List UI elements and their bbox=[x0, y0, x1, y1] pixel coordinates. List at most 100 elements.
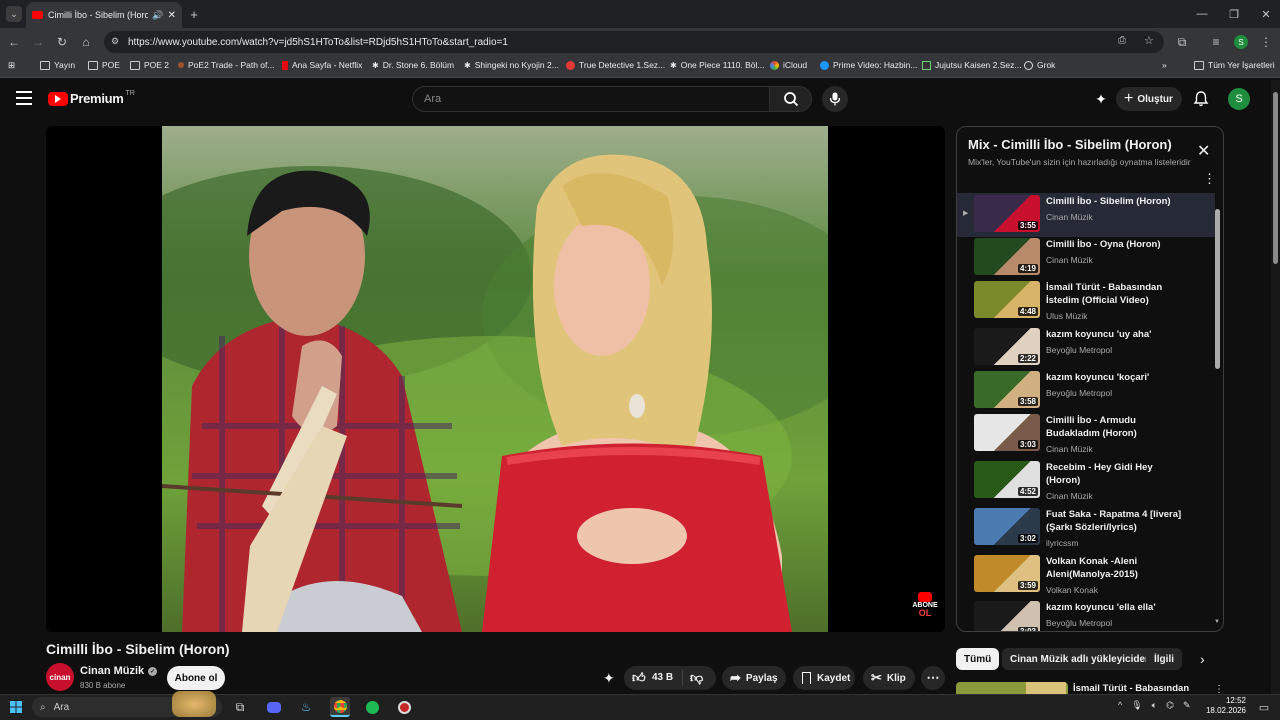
recommended-thumbnail[interactable] bbox=[956, 682, 1068, 694]
media-controls-icon[interactable]: ≡ bbox=[1206, 32, 1226, 52]
bookmark-folder[interactable]: POE bbox=[88, 60, 120, 70]
playlist-item[interactable]: ▶ 3:55 Cimilli İbo - Sibelim (Horon) Cinan … bbox=[957, 193, 1215, 237]
save-label: Kaydet bbox=[817, 672, 851, 684]
hamburger-menu-icon[interactable] bbox=[16, 91, 32, 105]
forward-icon[interactable]: → bbox=[28, 32, 48, 52]
recommended-title[interactable]: İsmail Türüt - Babasından bbox=[1073, 683, 1189, 694]
bookmark-folder[interactable]: POE 2 bbox=[130, 60, 169, 70]
close-window-button[interactable]: ✕ bbox=[1250, 0, 1280, 28]
bookmark-link[interactable]: iCloud bbox=[770, 60, 807, 70]
playlist-item[interactable]: 4:19 Cimilli İbo - Oyna (Horon) Cinan Müzi… bbox=[957, 236, 1215, 280]
notifications-bell-icon[interactable] bbox=[1192, 90, 1210, 108]
playlist-more-icon[interactable]: ⋮ bbox=[1203, 171, 1216, 187]
address-bar[interactable]: ⚙ https://www.youtube.com/watch?v=jd5hS1… bbox=[104, 31, 1164, 53]
like-button[interactable]: 👍︎ bbox=[632, 670, 646, 686]
install-app-icon[interactable]: ⎙ bbox=[1118, 35, 1126, 46]
duration-badge: 3:59 bbox=[1017, 581, 1038, 590]
chrome-icon[interactable] bbox=[330, 697, 350, 717]
voice-search-button[interactable] bbox=[822, 86, 848, 112]
bookmark-link[interactable]: True Detective 1.Sez... bbox=[566, 60, 665, 70]
youtube-premium-logo[interactable]: Premium TR bbox=[48, 90, 135, 106]
home-icon[interactable]: ⌂ bbox=[76, 32, 96, 52]
account-avatar[interactable]: S bbox=[1228, 88, 1250, 110]
playlist-item-title: kazım koyuncu 'uy aha' bbox=[1046, 329, 1152, 340]
apps-icon[interactable]: ⊞ bbox=[8, 60, 15, 71]
bookmark-link[interactable]: Jujutsu Kaisen 2.Sez... bbox=[922, 60, 1021, 70]
tab-search-button[interactable]: ⌄ bbox=[6, 6, 22, 22]
scrollbar-thumb[interactable] bbox=[1215, 209, 1220, 369]
reload-icon[interactable]: ↻ bbox=[52, 32, 72, 52]
sparkle-ask-icon[interactable]: ✦ bbox=[603, 670, 615, 687]
speaker-icon[interactable]: 🔈︎ bbox=[1152, 700, 1157, 711]
bookmark-link[interactable]: PoE2 Trade - Path of... bbox=[178, 60, 274, 70]
extensions-icon[interactable]: ⧉ bbox=[1172, 32, 1192, 52]
playlist-scrollbar[interactable]: ▼ bbox=[1214, 199, 1222, 629]
create-button[interactable]: + Oluştur bbox=[1116, 87, 1182, 111]
share-button[interactable]: ➦ Paylaş bbox=[722, 666, 786, 690]
pen-icon[interactable]: ✎ bbox=[1183, 700, 1191, 711]
playlist-item[interactable]: 3:59 Volkan Konak -Aleni Aleni(Manolya-20… bbox=[957, 553, 1215, 597]
new-tab-button[interactable]: + bbox=[186, 6, 202, 22]
spotify-icon[interactable] bbox=[362, 697, 382, 717]
more-actions-button[interactable]: ⋯ bbox=[921, 666, 945, 690]
site-info-icon[interactable]: ⚙ bbox=[111, 36, 119, 47]
windows-start-icon[interactable] bbox=[6, 697, 26, 717]
bookmark-link[interactable]: ✱ Shingeki no Kyojin 2... bbox=[464, 60, 559, 70]
browser-tab[interactable]: Cimilli İbo - Sibelim (Horon) 🔊 ✕ bbox=[26, 2, 182, 28]
taskbar-search[interactable]: ⌕ Ara bbox=[32, 691, 222, 717]
close-tab-icon[interactable]: ✕ bbox=[168, 10, 176, 21]
browser-menu-icon[interactable]: ⋮ bbox=[1256, 32, 1276, 52]
bookmark-link[interactable]: Prime Video: Hazbin... bbox=[820, 60, 917, 70]
bookmark-link[interactable]: ✱ One Piece 1110. Böl... bbox=[670, 60, 765, 70]
more-bookmarks-icon[interactable]: » bbox=[1162, 60, 1167, 70]
clock[interactable]: 12:52 18.02.2026 bbox=[1200, 696, 1246, 716]
chip-related[interactable]: İlgili bbox=[1146, 648, 1182, 670]
playlist-item[interactable]: 3:03 Cimilli İbo - Armudu Budakladım (Hor… bbox=[957, 412, 1215, 456]
playlist-item[interactable]: 2:22 kazım koyuncu 'uy aha' Beyoğlu Metrop… bbox=[957, 326, 1215, 370]
discord-icon[interactable] bbox=[264, 697, 284, 717]
search-button[interactable] bbox=[770, 86, 812, 112]
back-icon[interactable]: ← bbox=[4, 32, 24, 52]
minimize-button[interactable]: — bbox=[1186, 0, 1218, 28]
steam-icon[interactable]: ♨ bbox=[296, 697, 316, 717]
network-icon[interactable]: ⌬ bbox=[1166, 700, 1174, 711]
scrollbar-thumb[interactable] bbox=[1273, 92, 1278, 264]
scroll-down-icon[interactable]: ▼ bbox=[1214, 619, 1220, 625]
subscribe-watermark[interactable]: ABONE OL bbox=[910, 592, 940, 618]
playlist-item[interactable]: 4:48 İsmail Türüt - Babasından İstedim (O… bbox=[957, 279, 1215, 323]
chip-from-uploader[interactable]: Cinan Müzik adlı yükleyiciden bbox=[1002, 648, 1160, 670]
system-tray[interactable]: ^ 🎙︎ 🔈︎ ⌬ ✎ bbox=[1118, 700, 1190, 711]
page-scrollbar[interactable] bbox=[1271, 80, 1280, 694]
video-player[interactable]: ABONE OL bbox=[46, 126, 945, 632]
microphone-icon[interactable]: 🎙︎ bbox=[1131, 700, 1142, 711]
bookmark-link[interactable]: Ana Sayfa - Netflix bbox=[282, 60, 362, 70]
dislike-button[interactable]: 👎︎ bbox=[690, 670, 703, 686]
channel-name-link[interactable]: Cinan Müzik ✓ bbox=[80, 665, 158, 677]
save-button[interactable]: Kaydet bbox=[793, 666, 855, 690]
profile-avatar[interactable]: S bbox=[1234, 35, 1248, 49]
playlist-item[interactable]: 3:03 kazım koyuncu 'ella ella' Beyoğlu Met… bbox=[957, 599, 1215, 631]
racing-app-icon[interactable] bbox=[394, 697, 414, 717]
playlist-item[interactable]: 4:52 Recebim - Hey Gidi Hey (Horon) Cinan … bbox=[957, 459, 1215, 503]
playlist-item[interactable]: 3:02 Fuat Saka - Rapatma 4 [livera] (Şark… bbox=[957, 506, 1215, 550]
sparkle-icon[interactable]: ✦ bbox=[1092, 90, 1110, 108]
speaker-icon[interactable]: 🔊 bbox=[152, 10, 163, 21]
all-bookmarks-folder[interactable]: Tüm Yer İşaretleri bbox=[1194, 60, 1275, 70]
chip-all[interactable]: Tümü bbox=[956, 648, 1000, 670]
clip-button[interactable]: ✂ Klip bbox=[863, 666, 915, 690]
maximize-button[interactable]: ❐ bbox=[1218, 0, 1250, 28]
playlist-items: ▶ 3:55 Cimilli İbo - Sibelim (Horon) Cinan … bbox=[957, 193, 1223, 631]
chevron-right-icon[interactable]: › bbox=[1200, 651, 1205, 667]
tray-overflow-icon[interactable]: ^ bbox=[1118, 700, 1122, 711]
search-input[interactable]: Ara bbox=[412, 86, 770, 112]
channel-avatar[interactable]: cinan bbox=[46, 663, 74, 691]
bookmark-star-icon[interactable]: ☆ bbox=[1144, 34, 1154, 47]
bookmark-link[interactable]: Grok bbox=[1024, 60, 1055, 70]
close-playlist-icon[interactable]: ✕ bbox=[1197, 141, 1210, 161]
bookmark-folder[interactable]: Yayın bbox=[40, 60, 75, 70]
playlist-item[interactable]: 3:58 kazım koyuncu 'koçari' Beyoğlu Metrop… bbox=[957, 369, 1215, 413]
task-view-icon[interactable]: ⧉ bbox=[230, 697, 250, 717]
subscribe-button[interactable]: Abone ol bbox=[167, 666, 225, 690]
bookmark-link[interactable]: ✱ Dr. Stone 6. Bölüm bbox=[372, 60, 454, 70]
notification-center-icon[interactable]: ▭ bbox=[1254, 697, 1274, 717]
